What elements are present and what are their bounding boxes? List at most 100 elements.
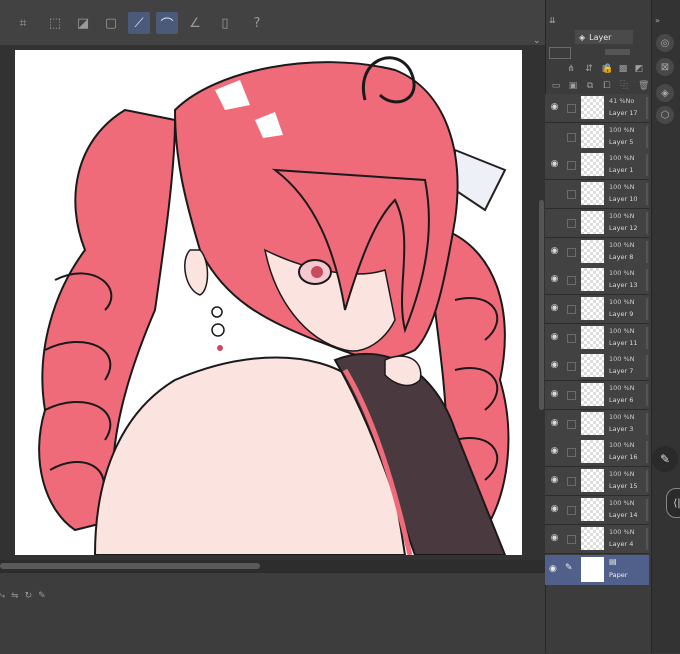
visibility-eye-icon[interactable]: ◉ [549,159,560,169]
visibility-eye-icon[interactable]: ◉ [549,504,560,514]
lock-checkbox[interactable] [567,505,576,515]
lock-checkbox[interactable] [567,534,576,544]
layer-row[interactable]: ◉ 41 %No Layer 17 [545,94,649,123]
lock-checkbox[interactable] [567,190,576,200]
lock-checkbox[interactable] [567,247,576,257]
new-folder-icon[interactable]: ▣ [568,81,578,91]
visibility-eye-icon[interactable]: ◉ [549,475,560,485]
lock-checkbox[interactable] [567,218,576,228]
help-icon[interactable]: ? [246,12,268,34]
transform-icon[interactable]: ⬚ [44,12,66,34]
layer-row[interactable]: ◉ 100 %N Layer 9 [545,294,649,324]
lock-transparency-icon[interactable]: ▩ [618,64,628,74]
layer-drag-handle[interactable] [646,384,648,406]
new-raster-layer-icon[interactable]: ▭ [551,81,561,91]
layer-drag-handle[interactable] [646,326,648,349]
layer-row[interactable]: ◉ 100 %N Layer 7 [545,352,649,382]
visibility-eye-icon[interactable]: ◉ [549,533,560,543]
ruler-pen-icon[interactable]: ⟋ [128,12,150,34]
split-view-icon[interactable]: ⟨| [666,488,680,518]
layer-row[interactable]: ◉ 100 %N Layer 13 [545,266,649,296]
vertical-scrollbar[interactable] [539,200,544,410]
visibility-eye-icon[interactable]: ◉ [549,446,560,456]
copy-layer-icon[interactable]: ⧠ [602,81,612,91]
line-icon[interactable]: ∠ [184,12,206,34]
lock-checkbox[interactable] [567,448,576,458]
layer-drag-handle[interactable] [646,240,648,263]
lock-checkbox[interactable] [567,477,576,487]
duplicate-icon[interactable]: ⿻ [619,81,629,91]
layer-drag-handle[interactable] [646,355,648,378]
layer-drag-handle[interactable] [646,470,648,493]
visibility-eye-icon[interactable]: ◉ [549,360,560,370]
mask-icon[interactable]: ◩ [634,64,644,74]
layer-row[interactable]: 100 %N Layer 10 [545,180,649,210]
visibility-eye-icon[interactable]: ◉ [549,332,560,342]
layer-row[interactable]: ◉ 100 %N Layer 14 [545,495,649,525]
layer-row[interactable]: ◉ 100 %N Layer 11 [545,323,649,353]
layer-row[interactable]: ◉ 100 %N Layer 15 [545,467,649,497]
layer-property-icon[interactable]: ◈ [656,84,674,102]
layer-row[interactable]: 100 %N Layer 5 [545,122,649,152]
navigator-expand-icon[interactable]: ⤷ [0,591,5,601]
layer-row[interactable]: 100 %N Layer 12 [545,208,649,238]
layer-row[interactable]: ◉ 100 %N Layer 3 [545,409,649,439]
curve-icon[interactable]: ⌒ [156,12,178,34]
material-icon[interactable]: ⬡ [656,106,674,124]
frame-icon[interactable]: ▢ [100,12,122,34]
visibility-eye-icon[interactable]: ◉ [549,389,560,399]
clip-icon[interactable]: ⋔ [566,64,576,74]
merge-down-icon[interactable]: ⧉ [585,81,595,91]
opacity-slider[interactable] [605,49,630,55]
layer-drag-handle[interactable] [646,154,648,177]
layer-row[interactable]: ◉ 100 %N Layer 1 [545,151,649,181]
sub-tool-icon[interactable]: ⊠ [656,58,674,76]
lock-checkbox[interactable] [567,362,576,372]
visibility-eye-icon[interactable]: ◉ [549,564,557,574]
device-icon[interactable]: ▯ [214,12,236,34]
lock-icon[interactable]: 🔒 [602,64,613,74]
layer-row[interactable]: ◉ 100 %N Layer 8 [545,237,649,267]
transparency-icon[interactable]: ◪ [72,12,94,34]
navigator-rotate-icon[interactable]: ↻ [25,591,33,601]
visibility-eye-icon[interactable]: ◉ [549,246,560,256]
layer-row[interactable]: ◉ 100 %N Layer 6 [545,381,649,410]
layer-drag-handle[interactable] [646,125,648,148]
visibility-eye-icon[interactable]: ◉ [549,418,560,428]
layer-drag-handle[interactable] [646,297,648,320]
layer-drag-handle[interactable] [646,527,648,550]
visibility-eye-icon[interactable]: ◉ [549,303,560,313]
layer-row-paper[interactable]: ◉ ✎ ▤ Paper [545,555,649,585]
delete-layer-icon[interactable]: 🗑 [638,81,649,91]
lock-checkbox[interactable] [567,304,576,314]
lock-checkbox[interactable] [567,132,576,142]
navigator-icon[interactable]: ◎ [656,34,674,52]
lock-checkbox[interactable] [567,333,576,343]
navigator-flip-icon[interactable]: ⇋ [11,591,19,601]
lock-checkbox[interactable] [567,391,576,400]
horizontal-scrollbar[interactable] [0,563,260,569]
layer-drag-handle[interactable] [646,412,648,435]
artwork-canvas[interactable] [15,50,522,555]
lock-checkbox[interactable] [567,104,576,113]
tab-layer[interactable]: ◈ Layer [575,30,633,44]
blend-mode-select[interactable] [549,47,571,59]
layer-drag-handle[interactable] [646,441,648,464]
layer-row[interactable]: ◉ 100 %N Layer 4 [545,524,649,554]
reference-icon[interactable]: ⇵ [584,64,594,74]
layer-drag-handle[interactable] [646,211,648,234]
pen-float-icon[interactable]: ✎ [652,446,678,472]
expand-panel-icon[interactable]: » [655,16,660,25]
navigator-pen-icon[interactable]: ✎ [38,591,46,601]
lock-checkbox[interactable] [567,276,576,286]
layer-drag-handle[interactable] [646,269,648,292]
crop-icon[interactable]: ⌗ [12,12,34,34]
panel-menu-icon[interactable]: ⇊ [549,16,556,25]
lock-checkbox[interactable] [567,161,576,171]
layer-drag-handle[interactable] [646,498,648,521]
visibility-eye-icon[interactable]: ◉ [549,102,560,112]
visibility-eye-icon[interactable]: ◉ [549,274,560,284]
lock-checkbox[interactable] [567,419,576,429]
layer-drag-handle[interactable] [646,183,648,206]
layer-row[interactable]: ◉ 100 %N Layer 16 [545,438,649,468]
